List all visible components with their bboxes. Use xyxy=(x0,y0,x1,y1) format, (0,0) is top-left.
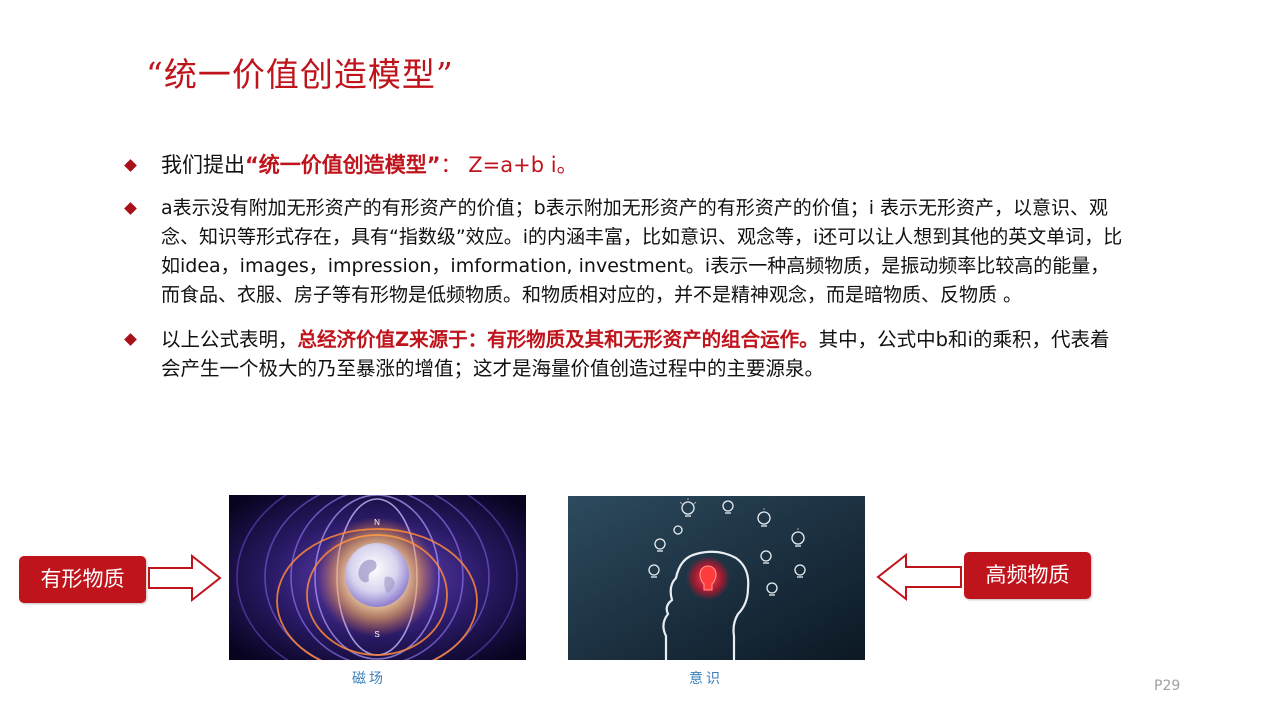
bullet-formula: 我们提出“统一价值创造模型”： Z=a+b i。 xyxy=(124,150,1124,180)
page-number: P29 xyxy=(1154,678,1181,694)
slide-title: “统一价值创造模型” xyxy=(146,55,454,94)
north-pole-label: N xyxy=(374,518,380,527)
consciousness-image xyxy=(568,496,865,660)
bullet-formula-highlight: “统一价值创造模型” xyxy=(245,153,441,177)
consciousness-caption: 意识 xyxy=(689,671,723,687)
bullet-conclusion-prefix: 以上公式表明， xyxy=(161,328,298,351)
bullet-conclusion: 以上公式表明，总经济价值Z来源于：有形物质及其和无形资产的组合运作。其中，公式中… xyxy=(124,325,1124,383)
magnetic-field-image: N S xyxy=(229,495,526,660)
magnetic-field-caption: 磁场 xyxy=(352,671,386,687)
bullet-definition: a表示没有附加无形资产的有形资产的价值；b表示附加无形资产的有形资产的价值；i … xyxy=(124,194,1124,310)
diamond-bullet-icon xyxy=(124,159,137,172)
hollow-right-arrow-icon xyxy=(148,554,222,602)
bullet-list: 我们提出“统一价值创造模型”： Z=a+b i。 a表示没有附加无形资产的有形资… xyxy=(124,150,1124,383)
diamond-bullet-icon xyxy=(124,202,137,215)
bullet-definition-text: a表示没有附加无形资产的有形资产的价值；b表示附加无形资产的有形资产的价值；i … xyxy=(161,197,1123,306)
hollow-left-arrow-icon xyxy=(876,553,962,601)
diamond-bullet-icon xyxy=(124,333,137,346)
callout-tangible-matter: 有形物质 xyxy=(19,556,146,603)
bullet-formula-prefix: 我们提出 xyxy=(161,153,245,177)
south-pole-label: S xyxy=(374,630,379,639)
callout-high-frequency-matter: 高频物质 xyxy=(964,552,1091,599)
bullet-conclusion-highlight: 总经济价值Z来源于：有形物质及其和无形资产的组合运作。 xyxy=(297,328,819,351)
bullet-formula-expression: ： Z=a+b i。 xyxy=(440,153,578,177)
